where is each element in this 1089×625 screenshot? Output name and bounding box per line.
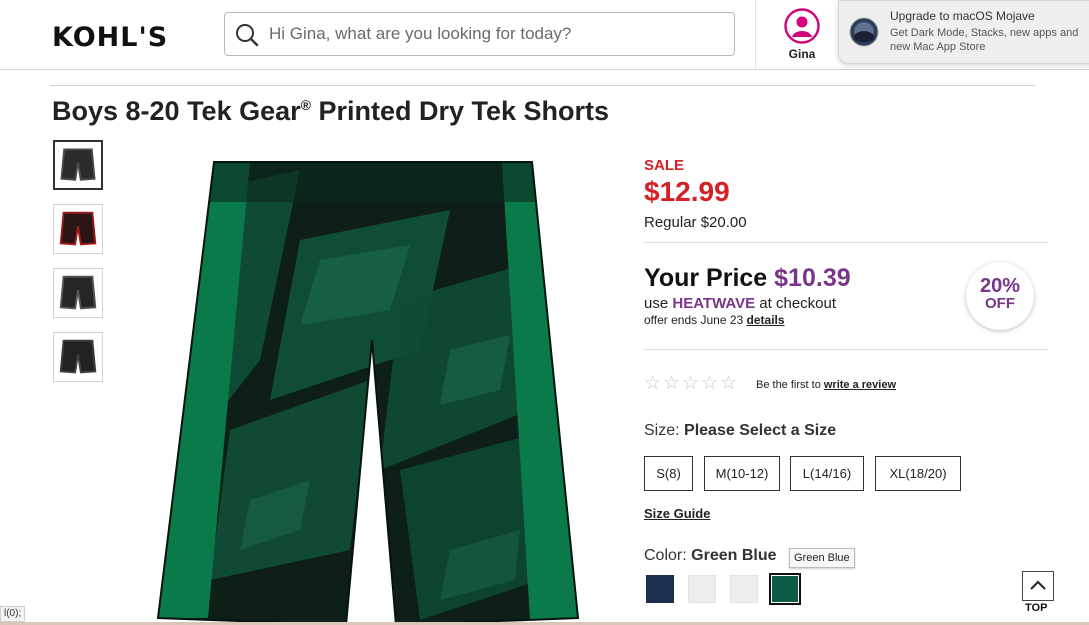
macos-notification[interactable]: Upgrade to macOS Mojave Get Dark Mode, S… <box>838 0 1089 64</box>
regular-price: Regular $20.00 <box>644 214 747 231</box>
size-option-m[interactable]: M(10-12) <box>704 456 780 491</box>
star-icon: ☆ <box>701 373 719 394</box>
divider <box>644 349 1048 350</box>
account-name: Gina <box>788 47 816 61</box>
color-swatch[interactable] <box>686 573 718 605</box>
thumbnail-3[interactable] <box>53 268 103 318</box>
promo-prefix: use <box>644 295 673 312</box>
chevron-up-icon <box>1030 580 1046 590</box>
sale-price: $12.99 <box>644 176 730 207</box>
color-label-text: Color: <box>644 547 687 564</box>
discount-badge: 20% OFF <box>966 262 1034 330</box>
thumbnail-2[interactable] <box>53 204 103 254</box>
offer-text: offer ends June 23 <box>644 313 747 327</box>
size-label-text: Size: <box>644 422 680 439</box>
sale-label: SALE <box>644 157 685 174</box>
size-label: Size: Please Select a Size <box>644 422 836 440</box>
color-swatch[interactable] <box>644 573 676 605</box>
divider <box>644 242 1048 243</box>
swatch-fill <box>730 575 758 603</box>
size-option-l[interactable]: L(14/16) <box>790 456 864 491</box>
color-tooltip: Green Blue <box>789 548 855 568</box>
thumbnail-shorts-icon <box>59 211 97 246</box>
swatch-fill <box>772 576 798 602</box>
review-prompt: Be the first to write a review <box>756 379 896 391</box>
product-main-image[interactable] <box>150 150 590 625</box>
search-icon[interactable] <box>235 23 259 47</box>
user-avatar-icon <box>784 8 820 44</box>
thumbnail-shorts-icon <box>60 148 96 181</box>
review-prefix: Be the first to <box>756 379 824 391</box>
color-label: Color: Green Blue <box>644 547 777 565</box>
thumbnail-1[interactable] <box>53 140 103 190</box>
promo-suffix: at checkout <box>755 295 837 312</box>
star-icon: ☆ <box>663 373 681 394</box>
swatch-fill <box>688 575 716 603</box>
notification-body: Get Dark Mode, Stacks, new apps and new … <box>890 27 1079 53</box>
notification-title: Upgrade to macOS Mojave <box>890 9 1035 23</box>
thumbnail-shorts-icon <box>59 339 97 374</box>
size-option-xl[interactable]: XL(18/20) <box>875 456 961 491</box>
size-guide-link[interactable]: Size Guide <box>644 506 710 521</box>
size-selection: Please Select a Size <box>684 422 837 439</box>
registered-mark: ® <box>300 97 311 113</box>
promo-code: HEATWAVE <box>672 295 756 312</box>
product-title-text: Boys 8-20 Tek Gear <box>52 96 301 126</box>
star-icon: ☆ <box>644 373 662 394</box>
star-icon: ☆ <box>682 373 700 394</box>
status-bar: l(0); <box>0 606 26 622</box>
back-to-top-label[interactable]: TOP <box>1025 602 1047 614</box>
offer-line: offer ends June 23 details <box>644 313 785 327</box>
kohls-logo[interactable]: KOHL'S <box>52 22 168 53</box>
details-link[interactable]: details <box>747 313 785 327</box>
thumbnail-shorts-icon <box>59 275 97 310</box>
search-bar[interactable] <box>224 12 735 56</box>
star-icon: ☆ <box>720 373 738 394</box>
badge-percent: 20% <box>979 275 1021 297</box>
badge-off: OFF <box>985 295 1015 312</box>
color-swatch[interactable] <box>769 573 801 605</box>
search-input[interactable] <box>269 21 719 47</box>
color-selection: Green Blue <box>691 547 777 564</box>
write-review-link[interactable]: write a review <box>824 379 896 391</box>
size-option-s[interactable]: S(8) <box>644 456 693 491</box>
product-title: Boys 8-20 Tek Gear® Printed Dry Tek Shor… <box>52 96 609 127</box>
back-to-top-button[interactable] <box>1022 571 1054 601</box>
product-title-rest: Printed Dry Tek Shorts <box>310 96 610 126</box>
color-swatch[interactable] <box>728 573 760 605</box>
rating-stars[interactable]: ☆ ☆ ☆ ☆ ☆ <box>644 374 739 394</box>
your-price-label: Your Price <box>644 264 768 292</box>
macos-mojave-icon <box>849 17 879 47</box>
header-divider <box>755 0 756 70</box>
account-button[interactable]: Gina <box>778 8 826 66</box>
divider <box>50 85 1035 86</box>
promo-line: use HEATWAVE at checkout <box>644 295 836 312</box>
swatch-fill <box>646 575 674 603</box>
your-price-value: $10.39 <box>774 264 851 292</box>
thumbnail-4[interactable] <box>53 332 103 382</box>
your-price: Your Price $10.39 <box>644 264 851 293</box>
